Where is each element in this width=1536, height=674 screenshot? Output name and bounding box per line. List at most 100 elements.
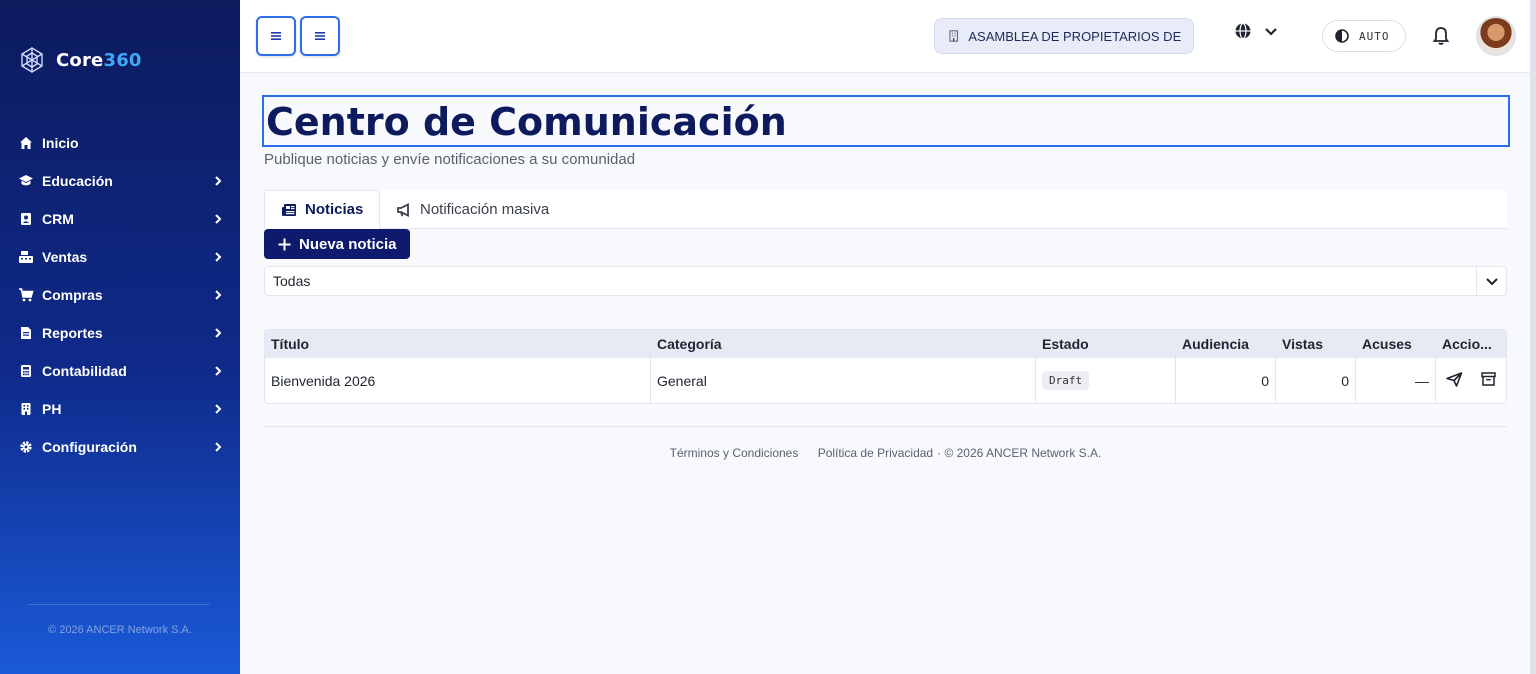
globe-icon [1235, 22, 1251, 40]
filter-selected-value: Todas [273, 273, 311, 289]
sidebar-copyright: © 2026 ANCER Network S.A. [48, 624, 192, 636]
building-icon [949, 30, 958, 42]
cell-title: Bienvenida 2026 [265, 358, 651, 403]
sidebar-item-crm[interactable]: CRM [0, 200, 240, 238]
cell-acks: — [1356, 358, 1436, 403]
column-header-audience[interactable]: Audiencia [1176, 330, 1276, 358]
notifications-button[interactable] [1432, 26, 1450, 51]
sidebar-item-educacion[interactable]: Educación [0, 162, 240, 200]
new-news-label: Nueva noticia [299, 235, 397, 253]
cell-views: 0 [1276, 358, 1356, 403]
sidebar-item-label: CRM [42, 211, 74, 227]
sidebar-item-ventas[interactable]: Ventas [0, 238, 240, 276]
column-header-status[interactable]: Estado [1036, 330, 1176, 358]
sidebar-item-label: PH [42, 401, 62, 417]
column-header-acks[interactable]: Acuses [1356, 330, 1436, 358]
page-footer: Términos y Condiciones Política de Priva… [264, 446, 1507, 460]
status-badge: Draft [1042, 371, 1090, 390]
column-header-views[interactable]: Vistas [1276, 330, 1356, 358]
sidebar-item-label: Educación [42, 173, 113, 189]
new-news-button[interactable]: Nueva noticia [264, 229, 410, 259]
sidebar-item-label: Contabilidad [42, 363, 127, 379]
tab-bar: Noticias Notificación masiva [264, 190, 1507, 229]
building-icon [18, 401, 34, 417]
column-header-actions: Accio... [1442, 336, 1492, 352]
theme-toggle[interactable]: AUTO [1322, 20, 1406, 52]
calculator-icon [18, 363, 34, 379]
plus-icon [278, 238, 291, 250]
send-icon [1446, 371, 1463, 387]
brand-logo[interactable]: Core360 [18, 46, 142, 74]
language-selector[interactable] [1234, 22, 1278, 40]
sidebar-item-label: Inicio [42, 135, 79, 151]
cell-audience: 0 [1176, 358, 1276, 403]
page-title-container: Centro de Comunicación [262, 95, 1510, 147]
table-header: Título Categoría Estado Audiencia Vistas… [265, 330, 1506, 358]
home-icon [18, 135, 34, 151]
organization-name: ASAMBLEA DE PROPIETARIOS DE ... [968, 28, 1181, 44]
user-avatar[interactable] [1476, 16, 1516, 56]
cell-actions [1436, 358, 1506, 403]
sidebar-item-reportes[interactable]: Reportes [0, 314, 240, 352]
footer-copyright: · © 2026 ANCER Network S.A. [937, 446, 1102, 460]
tab-label: Noticias [305, 201, 364, 218]
bell-icon [1432, 27, 1450, 45]
chevron-right-icon [215, 404, 222, 414]
page-scrollbar[interactable] [1530, 0, 1536, 674]
tab-label: Notificación masiva [420, 201, 550, 218]
archive-icon [1481, 372, 1496, 386]
chevron-right-icon [215, 366, 222, 376]
cash-register-icon [18, 249, 34, 265]
sidebar-divider [28, 604, 210, 605]
chevron-right-icon [215, 252, 222, 262]
terms-link[interactable]: Términos y Condiciones [670, 446, 799, 460]
sidebar-item-label: Ventas [42, 249, 88, 265]
footer-divider [264, 426, 1507, 427]
chevron-right-icon [215, 442, 222, 452]
main-content: Centro de Comunicación Publique noticias… [240, 73, 1530, 674]
column-header-title[interactable]: Título [265, 330, 651, 358]
tab-noticias[interactable]: Noticias [264, 190, 381, 229]
menu-collapse-button[interactable] [300, 16, 340, 56]
sidebar-item-ph[interactable]: PH [0, 390, 240, 428]
column-header-category[interactable]: Categoría [651, 330, 1036, 358]
contrast-icon [1335, 29, 1349, 43]
theme-label: AUTO [1359, 29, 1390, 43]
brand-name: Core360 [56, 49, 142, 71]
cell-category: General [651, 358, 1036, 403]
page-subtitle: Publique noticias y envíe notificaciones… [264, 151, 636, 168]
graduation-cap-icon [18, 173, 34, 189]
archive-button[interactable] [1481, 372, 1496, 389]
cell-status: Draft [1036, 358, 1176, 403]
sidebar-item-inicio[interactable]: Inicio [0, 124, 240, 162]
sidebar-item-label: Reportes [42, 325, 103, 341]
sidebar-item-configuracion[interactable]: Configuración [0, 428, 240, 466]
table-row[interactable]: Bienvenida 2026 General Draft 0 0 — [265, 358, 1506, 403]
organization-selector[interactable]: ASAMBLEA DE PROPIETARIOS DE ... [934, 18, 1194, 54]
sidebar-item-label: Compras [42, 287, 103, 303]
chevron-down-icon [1265, 28, 1277, 36]
logo-icon [21, 47, 43, 73]
sidebar-nav: Inicio Educación CRM Ventas Compras Repo… [0, 124, 240, 466]
privacy-link[interactable]: Política de Privacidad [818, 446, 933, 460]
hamburger-icon [315, 32, 325, 40]
filter-dropdown-toggle[interactable] [1476, 267, 1506, 295]
sidebar-item-contabilidad[interactable]: Contabilidad [0, 352, 240, 390]
topbar: ASAMBLEA DE PROPIETARIOS DE ... AUTO [240, 0, 1536, 73]
menu-toggle-button[interactable] [256, 16, 296, 56]
sidebar-item-label: Configuración [42, 439, 137, 455]
gear-icon [18, 439, 34, 455]
chevron-right-icon [215, 214, 222, 224]
megaphone-icon [397, 202, 409, 217]
tab-notificacion-masiva[interactable]: Notificación masiva [380, 190, 565, 229]
chevron-down-icon [1485, 278, 1498, 286]
hamburger-icon [271, 32, 281, 40]
news-table: Título Categoría Estado Audiencia Vistas… [264, 329, 1507, 404]
category-filter-select[interactable]: Todas [264, 266, 1507, 296]
send-button[interactable] [1446, 371, 1463, 390]
newspaper-icon [282, 203, 296, 216]
address-book-icon [18, 211, 34, 227]
sidebar-item-compras[interactable]: Compras [0, 276, 240, 314]
cart-icon [18, 287, 34, 303]
chevron-right-icon [215, 328, 222, 338]
